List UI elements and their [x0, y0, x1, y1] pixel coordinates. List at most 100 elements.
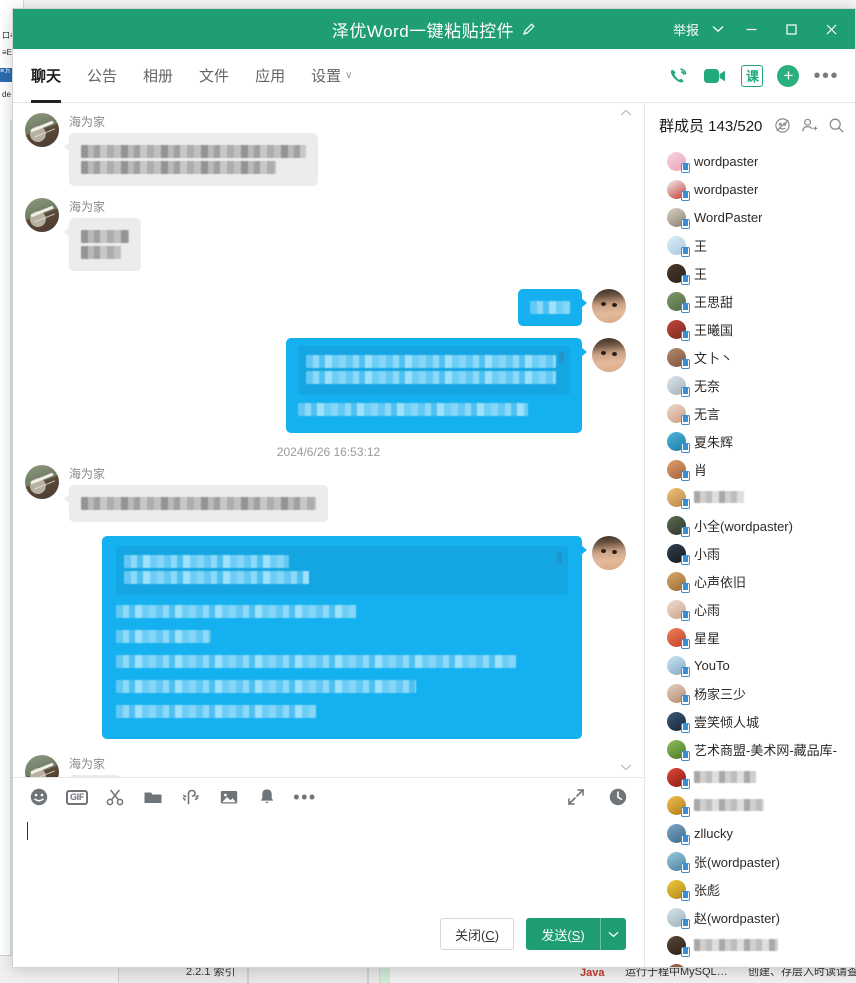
member-avatar[interactable] — [667, 403, 690, 425]
avatar[interactable] — [592, 536, 626, 570]
tab-settings[interactable]: 设置 ∨ — [311, 49, 352, 103]
message-row[interactable] — [13, 522, 644, 739]
member-avatar[interactable] — [667, 207, 690, 229]
image-icon[interactable] — [219, 787, 239, 807]
member-list-item[interactable]: 星星 — [649, 623, 855, 651]
add-member-icon[interactable] — [801, 117, 818, 134]
avatar[interactable] — [25, 198, 59, 232]
gif-icon[interactable]: GIF — [65, 787, 89, 807]
member-list-item[interactable]: 小全(wordpaster) — [649, 511, 855, 539]
chat-message-list[interactable]: 海为家 海为家 2024/6/26 16:53:12 海为家 海为家 — [13, 103, 644, 777]
close-dialog-button[interactable]: 关闭(C) — [440, 918, 514, 950]
member-list-item[interactable]: 张(wordpaster) — [649, 847, 855, 875]
add-icon[interactable]: + — [777, 64, 800, 87]
member-avatar[interactable] — [667, 515, 690, 537]
send-button[interactable]: 发送(S) — [526, 918, 600, 950]
member-list-item[interactable]: 艺术商盟-美术网-藏品库- — [649, 735, 855, 763]
member-avatar[interactable] — [667, 431, 690, 453]
member-avatar[interactable] — [667, 711, 690, 733]
avatar[interactable] — [592, 338, 626, 372]
class-icon[interactable]: 课 — [741, 64, 764, 87]
collapse-down-icon[interactable] — [618, 759, 634, 775]
pencil-icon[interactable] — [522, 22, 536, 36]
member-list-item[interactable]: 小雨 — [649, 539, 855, 567]
message-row[interactable]: 海为家 — [13, 465, 644, 522]
avatar[interactable] — [25, 113, 59, 147]
member-avatar[interactable] — [667, 963, 686, 967]
message-row[interactable] — [13, 271, 644, 326]
member-avatar[interactable] — [667, 627, 690, 649]
minimize-button[interactable] — [731, 9, 771, 49]
video-call-icon[interactable] — [703, 67, 727, 85]
search-member-icon[interactable] — [828, 117, 845, 134]
member-list-item[interactable]: 王曦国 — [649, 315, 855, 343]
member-avatar[interactable] — [667, 487, 690, 509]
chevron-down-icon[interactable] — [705, 9, 731, 49]
member-avatar[interactable] — [667, 263, 690, 285]
message-row[interactable]: 海为家 — [13, 107, 644, 186]
quote-close-icon[interactable] — [559, 352, 564, 363]
member-avatar[interactable] — [667, 935, 690, 957]
member-list-item[interactable]: 王 — [649, 231, 855, 259]
member-list-item[interactable] — [649, 791, 855, 819]
member-avatar[interactable] — [667, 767, 690, 789]
quote-close-icon[interactable] — [557, 552, 562, 563]
expand-icon[interactable] — [566, 787, 586, 807]
member-avatar[interactable] — [667, 795, 690, 817]
tab-files[interactable]: 文件 — [199, 49, 229, 103]
message-bubble[interactable] — [518, 289, 587, 326]
collapse-up-icon[interactable] — [618, 105, 634, 121]
more-tools-icon[interactable]: ••• — [293, 787, 315, 807]
message-bubble[interactable] — [64, 485, 328, 522]
emoji-message-bubble[interactable]: 👌 — [69, 775, 122, 777]
member-avatar[interactable] — [667, 235, 690, 257]
emoji-icon[interactable] — [29, 787, 49, 807]
member-avatar[interactable] — [667, 543, 690, 565]
message-bubble[interactable] — [64, 218, 141, 271]
avatar[interactable] — [592, 289, 626, 323]
member-avatar[interactable] — [667, 683, 690, 705]
member-avatar[interactable] — [667, 571, 690, 593]
member-list-item[interactable]: 壹笑倾人城 — [649, 707, 855, 735]
message-bubble[interactable] — [64, 133, 318, 186]
member-list-item[interactable]: 赵(wordpaster) — [649, 903, 855, 931]
member-list-item[interactable]: 心声依旧 — [649, 567, 855, 595]
bell-icon[interactable] — [257, 787, 277, 807]
member-list-item[interactable] — [649, 763, 855, 791]
folder-icon[interactable] — [143, 787, 163, 807]
member-avatar[interactable] — [667, 319, 690, 341]
message-input[interactable] — [13, 816, 644, 911]
member-avatar[interactable] — [667, 599, 690, 621]
voice-call-icon[interactable] — [667, 65, 689, 87]
member-list-item[interactable]: 无奈 — [649, 371, 855, 399]
avatar[interactable] — [25, 755, 59, 777]
member-list-item[interactable]: wordpaster — [649, 175, 855, 203]
chat-history-icon[interactable] — [608, 787, 628, 807]
avatar[interactable] — [25, 465, 59, 499]
member-list-item[interactable]: 张彪 — [649, 875, 855, 903]
screenshot-scissors-icon[interactable] — [105, 787, 125, 807]
member-list-item[interactable]: WordPaster — [649, 203, 855, 231]
member-list-item[interactable] — [649, 483, 855, 511]
tab-announcement[interactable]: 公告 — [87, 49, 117, 103]
member-list-item[interactable]: 杨家三少 — [649, 679, 855, 707]
member-avatar[interactable] — [667, 879, 690, 901]
report-button[interactable]: 举报 — [667, 9, 705, 49]
message-bubble[interactable] — [286, 338, 587, 433]
member-avatar[interactable] — [667, 655, 690, 677]
member-list-item[interactable]: 夏朱辉 — [649, 427, 855, 455]
member-list-item[interactable]: 心雨 — [649, 595, 855, 623]
mute-member-icon[interactable] — [774, 117, 791, 134]
tab-chat[interactable]: 聊天 — [31, 49, 62, 103]
member-list-item[interactable]: zllucky — [649, 819, 855, 847]
member-list-item[interactable] — [649, 931, 855, 959]
message-bubble[interactable] — [102, 536, 587, 739]
send-options-chevron-down-icon[interactable] — [600, 918, 626, 950]
member-avatar[interactable] — [667, 907, 690, 929]
close-button[interactable] — [811, 9, 851, 49]
member-avatar[interactable] — [667, 739, 690, 761]
member-list[interactable]: wordpaster wordpaster WordPaster 王王王思甜 王曦国 文卜… — [645, 147, 855, 967]
member-list-item[interactable]: YouTo — [649, 651, 855, 679]
member-avatar[interactable] — [667, 179, 690, 201]
message-row[interactable] — [13, 326, 644, 433]
